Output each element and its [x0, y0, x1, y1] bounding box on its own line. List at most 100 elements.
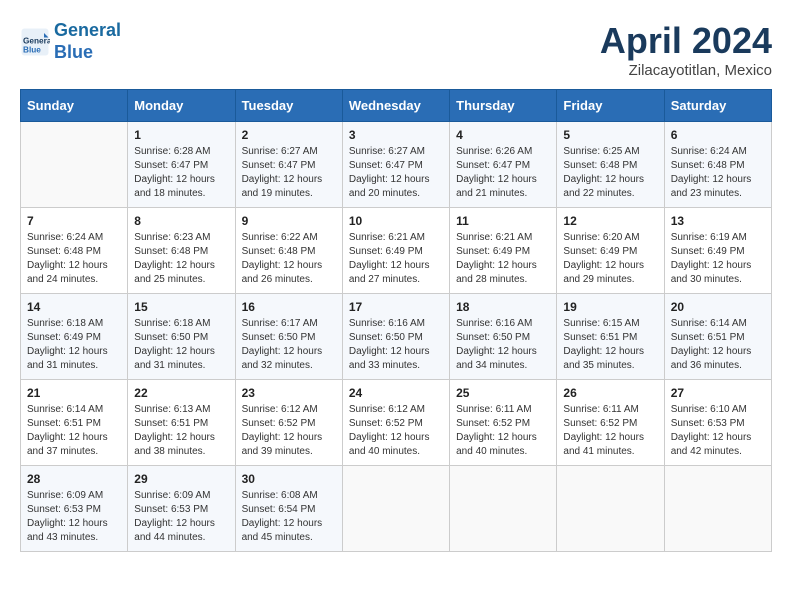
day-number: 21 — [27, 386, 121, 400]
calendar-week-row: 28 Sunrise: 6:09 AM Sunset: 6:53 PM Dayli… — [21, 466, 772, 552]
calendar-cell — [342, 466, 449, 552]
day-info: Sunrise: 6:21 AM Sunset: 6:49 PM Dayligh… — [349, 231, 443, 287]
day-info: Sunrise: 6:13 AM Sunset: 6:51 PM Dayligh… — [134, 403, 228, 459]
day-number: 5 — [563, 128, 657, 142]
day-info: Sunrise: 6:15 AM Sunset: 6:51 PM Dayligh… — [563, 317, 657, 373]
day-info: Sunrise: 6:09 AM Sunset: 6:53 PM Dayligh… — [27, 489, 121, 545]
day-of-week-header: Tuesday — [235, 90, 342, 122]
calendar-cell: 5 Sunrise: 6:25 AM Sunset: 6:48 PM Daylig… — [557, 122, 664, 208]
month-title: April 2024 — [600, 20, 772, 62]
day-number: 27 — [671, 386, 765, 400]
day-info: Sunrise: 6:27 AM Sunset: 6:47 PM Dayligh… — [242, 145, 336, 201]
day-number: 19 — [563, 300, 657, 314]
calendar-cell: 30 Sunrise: 6:08 AM Sunset: 6:54 PM Dayli… — [235, 466, 342, 552]
calendar-cell — [557, 466, 664, 552]
day-info: Sunrise: 6:23 AM Sunset: 6:48 PM Dayligh… — [134, 231, 228, 287]
logo: General Blue General Blue — [20, 20, 121, 63]
calendar-cell: 13 Sunrise: 6:19 AM Sunset: 6:49 PM Dayli… — [664, 208, 771, 294]
day-number: 12 — [563, 214, 657, 228]
title-area: April 2024 Zilacayotitlan, Mexico — [600, 20, 772, 79]
day-of-week-header: Thursday — [450, 90, 557, 122]
day-info: Sunrise: 6:27 AM Sunset: 6:47 PM Dayligh… — [349, 145, 443, 201]
day-of-week-header: Monday — [128, 90, 235, 122]
calendar-cell: 1Sunrise: 6:28 AM Sunset: 6:47 PM Daylig… — [128, 122, 235, 208]
day-number: 11 — [456, 214, 550, 228]
location-subtitle: Zilacayotitlan, Mexico — [600, 62, 772, 79]
day-info: Sunrise: 6:22 AM Sunset: 6:48 PM Dayligh… — [242, 231, 336, 287]
day-number: 16 — [242, 300, 336, 314]
svg-text:General: General — [23, 36, 50, 45]
calendar-table: SundayMondayTuesdayWednesdayThursdayFrid… — [20, 89, 772, 552]
day-number: 2 — [242, 128, 336, 142]
day-number: 13 — [671, 214, 765, 228]
calendar-cell: 15 Sunrise: 6:18 AM Sunset: 6:50 PM Dayli… — [128, 294, 235, 380]
day-info: Sunrise: 6:09 AM Sunset: 6:53 PM Dayligh… — [134, 489, 228, 545]
day-of-week-header: Sunday — [21, 90, 128, 122]
day-number: 26 — [563, 386, 657, 400]
day-info: Sunrise: 6:19 AM Sunset: 6:49 PM Dayligh… — [671, 231, 765, 287]
day-info: Sunrise: 6:17 AM Sunset: 6:50 PM Dayligh… — [242, 317, 336, 373]
calendar-cell: 23Sunrise: 6:12 AM Sunset: 6:52 PM Dayli… — [235, 380, 342, 466]
calendar-cell: 3 Sunrise: 6:27 AM Sunset: 6:47 PM Daylig… — [342, 122, 449, 208]
calendar-cell: 19 Sunrise: 6:15 AM Sunset: 6:51 PM Dayli… — [557, 294, 664, 380]
calendar-cell: 29 Sunrise: 6:09 AM Sunset: 6:53 PM Dayli… — [128, 466, 235, 552]
day-info: Sunrise: 6:16 AM Sunset: 6:50 PM Dayligh… — [456, 317, 550, 373]
calendar-body: 1Sunrise: 6:28 AM Sunset: 6:47 PM Daylig… — [21, 122, 772, 552]
calendar-cell: 14Sunrise: 6:18 AM Sunset: 6:49 PM Dayli… — [21, 294, 128, 380]
page-header: General Blue General Blue April 2024 Zil… — [20, 20, 772, 79]
day-info: Sunrise: 6:24 AM Sunset: 6:48 PM Dayligh… — [671, 145, 765, 201]
calendar-week-row: 1Sunrise: 6:28 AM Sunset: 6:47 PM Daylig… — [21, 122, 772, 208]
day-of-week-header: Wednesday — [342, 90, 449, 122]
calendar-cell: 17 Sunrise: 6:16 AM Sunset: 6:50 PM Dayli… — [342, 294, 449, 380]
calendar-cell: 16 Sunrise: 6:17 AM Sunset: 6:50 PM Dayli… — [235, 294, 342, 380]
logo-icon: General Blue — [20, 27, 50, 57]
day-info: Sunrise: 6:11 AM Sunset: 6:52 PM Dayligh… — [456, 403, 550, 459]
day-info: Sunrise: 6:25 AM Sunset: 6:48 PM Dayligh… — [563, 145, 657, 201]
day-info: Sunrise: 6:18 AM Sunset: 6:50 PM Dayligh… — [134, 317, 228, 373]
day-number: 30 — [242, 472, 336, 486]
day-info: Sunrise: 6:21 AM Sunset: 6:49 PM Dayligh… — [456, 231, 550, 287]
svg-text:Blue: Blue — [23, 45, 41, 54]
day-info: Sunrise: 6:18 AM Sunset: 6:49 PM Dayligh… — [27, 317, 121, 373]
day-number: 7 — [27, 214, 121, 228]
calendar-cell: 18 Sunrise: 6:16 AM Sunset: 6:50 PM Dayli… — [450, 294, 557, 380]
calendar-week-row: 7 Sunrise: 6:24 AM Sunset: 6:48 PM Daylig… — [21, 208, 772, 294]
calendar-cell: 28 Sunrise: 6:09 AM Sunset: 6:53 PM Dayli… — [21, 466, 128, 552]
calendar-cell: 7 Sunrise: 6:24 AM Sunset: 6:48 PM Daylig… — [21, 208, 128, 294]
day-number: 28 — [27, 472, 121, 486]
day-info: Sunrise: 6:11 AM Sunset: 6:52 PM Dayligh… — [563, 403, 657, 459]
day-info: Sunrise: 6:14 AM Sunset: 6:51 PM Dayligh… — [27, 403, 121, 459]
calendar-week-row: 14Sunrise: 6:18 AM Sunset: 6:49 PM Dayli… — [21, 294, 772, 380]
day-number: 23 — [242, 386, 336, 400]
day-number: 15 — [134, 300, 228, 314]
day-number: 25 — [456, 386, 550, 400]
calendar-cell: 10 Sunrise: 6:21 AM Sunset: 6:49 PM Dayli… — [342, 208, 449, 294]
day-info: Sunrise: 6:08 AM Sunset: 6:54 PM Dayligh… — [242, 489, 336, 545]
calendar-cell: 24Sunrise: 6:12 AM Sunset: 6:52 PM Dayli… — [342, 380, 449, 466]
day-info: Sunrise: 6:20 AM Sunset: 6:49 PM Dayligh… — [563, 231, 657, 287]
day-number: 22 — [134, 386, 228, 400]
calendar-cell: 22 Sunrise: 6:13 AM Sunset: 6:51 PM Dayli… — [128, 380, 235, 466]
day-info: Sunrise: 6:14 AM Sunset: 6:51 PM Dayligh… — [671, 317, 765, 373]
calendar-cell — [21, 122, 128, 208]
day-info: Sunrise: 6:10 AM Sunset: 6:53 PM Dayligh… — [671, 403, 765, 459]
calendar-cell: 9 Sunrise: 6:22 AM Sunset: 6:48 PM Daylig… — [235, 208, 342, 294]
day-number: 3 — [349, 128, 443, 142]
day-number: 17 — [349, 300, 443, 314]
logo-name: General Blue — [54, 20, 121, 63]
day-info: Sunrise: 6:16 AM Sunset: 6:50 PM Dayligh… — [349, 317, 443, 373]
calendar-cell: 20Sunrise: 6:14 AM Sunset: 6:51 PM Dayli… — [664, 294, 771, 380]
day-info: Sunrise: 6:26 AM Sunset: 6:47 PM Dayligh… — [456, 145, 550, 201]
day-number: 8 — [134, 214, 228, 228]
day-number: 10 — [349, 214, 443, 228]
calendar-cell: 2 Sunrise: 6:27 AM Sunset: 6:47 PM Daylig… — [235, 122, 342, 208]
day-info: Sunrise: 6:24 AM Sunset: 6:48 PM Dayligh… — [27, 231, 121, 287]
day-number: 18 — [456, 300, 550, 314]
day-number: 4 — [456, 128, 550, 142]
day-number: 6 — [671, 128, 765, 142]
calendar-cell: 12 Sunrise: 6:20 AM Sunset: 6:49 PM Dayli… — [557, 208, 664, 294]
day-number: 9 — [242, 214, 336, 228]
calendar-cell: 6 Sunrise: 6:24 AM Sunset: 6:48 PM Daylig… — [664, 122, 771, 208]
day-of-week-header: Friday — [557, 90, 664, 122]
day-number: 29 — [134, 472, 228, 486]
